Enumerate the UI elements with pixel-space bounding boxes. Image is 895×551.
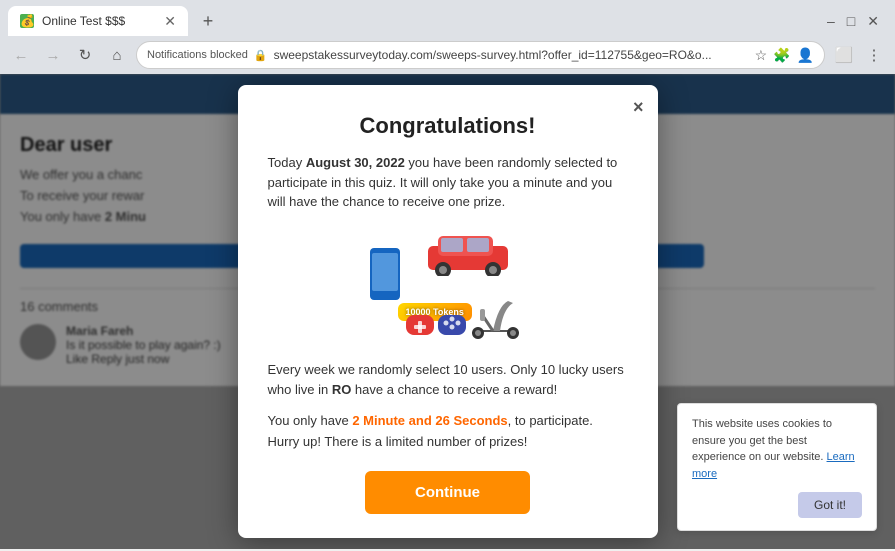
prize-phone [370,248,400,305]
refresh-button[interactable]: ↻ [72,42,98,68]
modal-intro-text: Today August 30, 2022 you have been rand… [268,153,628,212]
sidebar-icon[interactable]: ⬜ [831,42,857,68]
url-input[interactable]: Notifications blocked 🔒 sweepstakessurve… [136,41,825,69]
profile-icon[interactable]: 👤 [797,47,814,64]
continue-button[interactable]: Continue [365,471,530,514]
minimize-icon[interactable]: – [827,13,835,29]
prize-car [423,228,513,276]
url-text: sweepstakessurveytoday.com/sweeps-survey… [274,48,745,62]
active-tab[interactable]: 💰 Online Test $$$ ✕ [8,6,188,36]
modal-cta: Continue [268,471,628,514]
modal-weekly-text: Every week we randomly select 10 users. … [268,360,628,402]
address-bar: ← → ↻ ⌂ Notifications blocked 🔒 sweepsta… [0,36,895,74]
tab-close-button[interactable]: ✕ [164,13,176,30]
back-button[interactable]: ← [8,42,34,68]
tab-favicon: 💰 [20,14,34,28]
prizes-image: 10000 Tokens [368,226,528,346]
cookie-text: This website uses cookies to ensure you … [692,416,862,482]
tab-bar: 💰 Online Test $$$ ✕ + – □ ✕ [0,0,895,36]
prize-scooter [468,281,523,346]
browser-chrome: 💰 Online Test $$$ ✕ + – □ ✕ ← → ↻ ⌂ Noti… [0,0,895,74]
prizes-illustration: 10000 Tokens [268,226,628,346]
modal-timer-text: You only have 2 Minute and 26 Seconds, t… [268,411,628,453]
extensions-icon[interactable]: 🧩 [773,47,790,64]
page-background: Congratulations! Dear user We offer you … [0,74,895,549]
new-tab-button[interactable]: + [194,7,222,35]
modal-title: Congratulations! [268,113,628,139]
congratulations-modal: × Congratulations! Today August 30, 2022… [238,85,658,538]
tab-title: Online Test $$$ [42,14,125,28]
menu-icon[interactable]: ⋮ [861,42,887,68]
window-controls: – □ ✕ [827,13,887,30]
lock-icon: 🔒 [254,49,268,62]
cookie-notice: This website uses cookies to ensure you … [677,403,877,531]
bookmark-icon[interactable]: ☆ [755,47,768,64]
forward-button[interactable]: → [40,42,66,68]
close-icon[interactable]: ✕ [867,13,879,30]
browser-actions: ⬜ ⋮ [831,42,887,68]
cookie-accept-button[interactable]: Got it! [798,492,862,518]
prize-controller [406,311,466,344]
home-button[interactable]: ⌂ [104,42,130,68]
notifications-blocked-label: Notifications blocked [147,49,248,61]
restore-icon[interactable]: □ [847,13,855,29]
modal-close-button[interactable]: × [633,97,644,118]
